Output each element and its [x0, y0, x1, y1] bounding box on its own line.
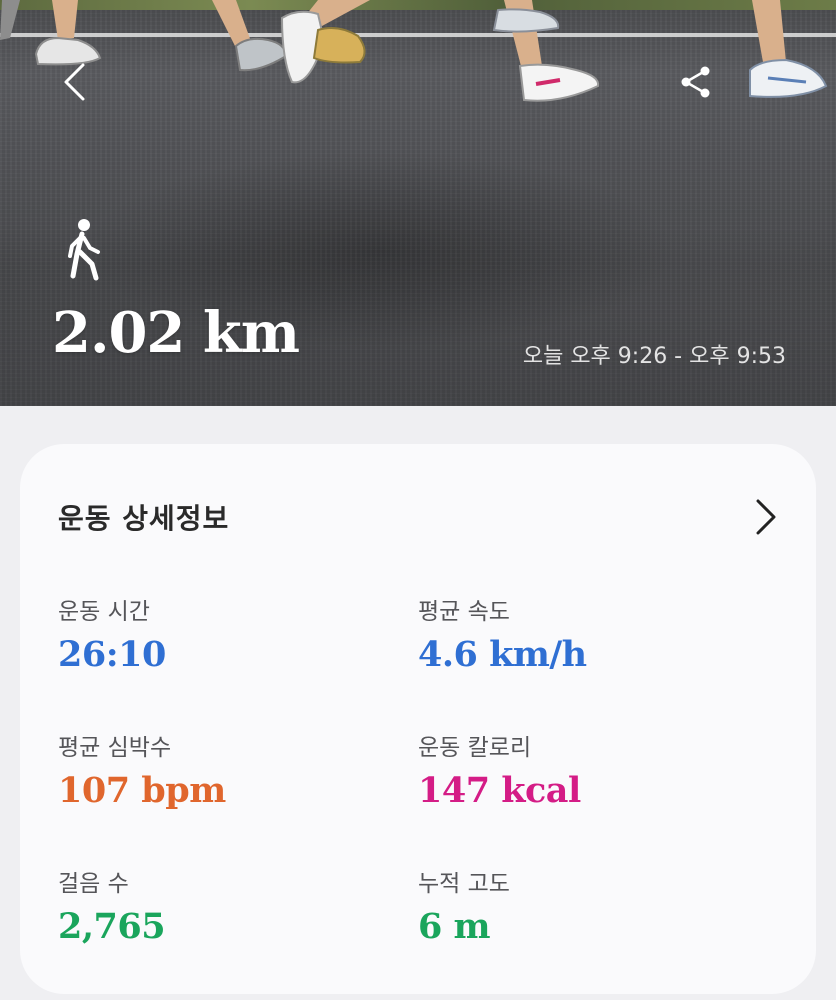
- walking-person-icon: [68, 219, 100, 281]
- chevron-right-icon: [750, 495, 778, 539]
- back-button[interactable]: [50, 58, 98, 106]
- stat-elevation-gain: 누적 고도 6 m: [418, 864, 748, 947]
- workout-time-range: 오늘 오후 9:26 - 오후 9:53: [522, 344, 786, 369]
- stat-label: 평균 속도: [418, 599, 510, 625]
- stat-value: 4.6 km/h: [418, 634, 587, 675]
- stat-value: 147 kcal: [418, 770, 581, 811]
- chevron-left-icon: [64, 63, 85, 101]
- share-button[interactable]: [672, 58, 720, 106]
- workout-details-header[interactable]: 운동 상세정보: [58, 494, 778, 540]
- stat-label: 평균 심박수: [58, 735, 172, 761]
- stat-avg-heart-rate: 평균 심박수 107 bpm: [58, 728, 388, 811]
- stat-value: 26:10: [58, 634, 166, 675]
- stat-label: 누적 고도: [418, 871, 510, 897]
- stat-label: 걸음 수: [58, 871, 129, 897]
- stat-calories: 운동 칼로리 147 kcal: [418, 728, 748, 811]
- stat-label: 운동 시간: [58, 599, 150, 625]
- distance-value: 2.02 km: [52, 300, 300, 366]
- stat-steps: 걸음 수 2,765: [58, 864, 388, 947]
- hero-photo: 2.02 km 오늘 오후 9:26 - 오후 9:53: [0, 0, 836, 406]
- stat-duration: 운동 시간 26:10: [58, 592, 388, 675]
- stat-avg-speed: 평균 속도 4.6 km/h: [418, 592, 748, 675]
- share-icon: [681, 66, 710, 98]
- stat-value: 107 bpm: [58, 770, 226, 811]
- stat-label: 운동 칼로리: [418, 735, 532, 761]
- stat-value: 6 m: [418, 906, 491, 947]
- workout-details-title: 운동 상세정보: [58, 502, 230, 535]
- stat-value: 2,765: [58, 906, 166, 947]
- workout-details-card: 운동 상세정보 운동 시간 26:10 평균 속도 4.6 km/h 평균 심박…: [20, 444, 816, 994]
